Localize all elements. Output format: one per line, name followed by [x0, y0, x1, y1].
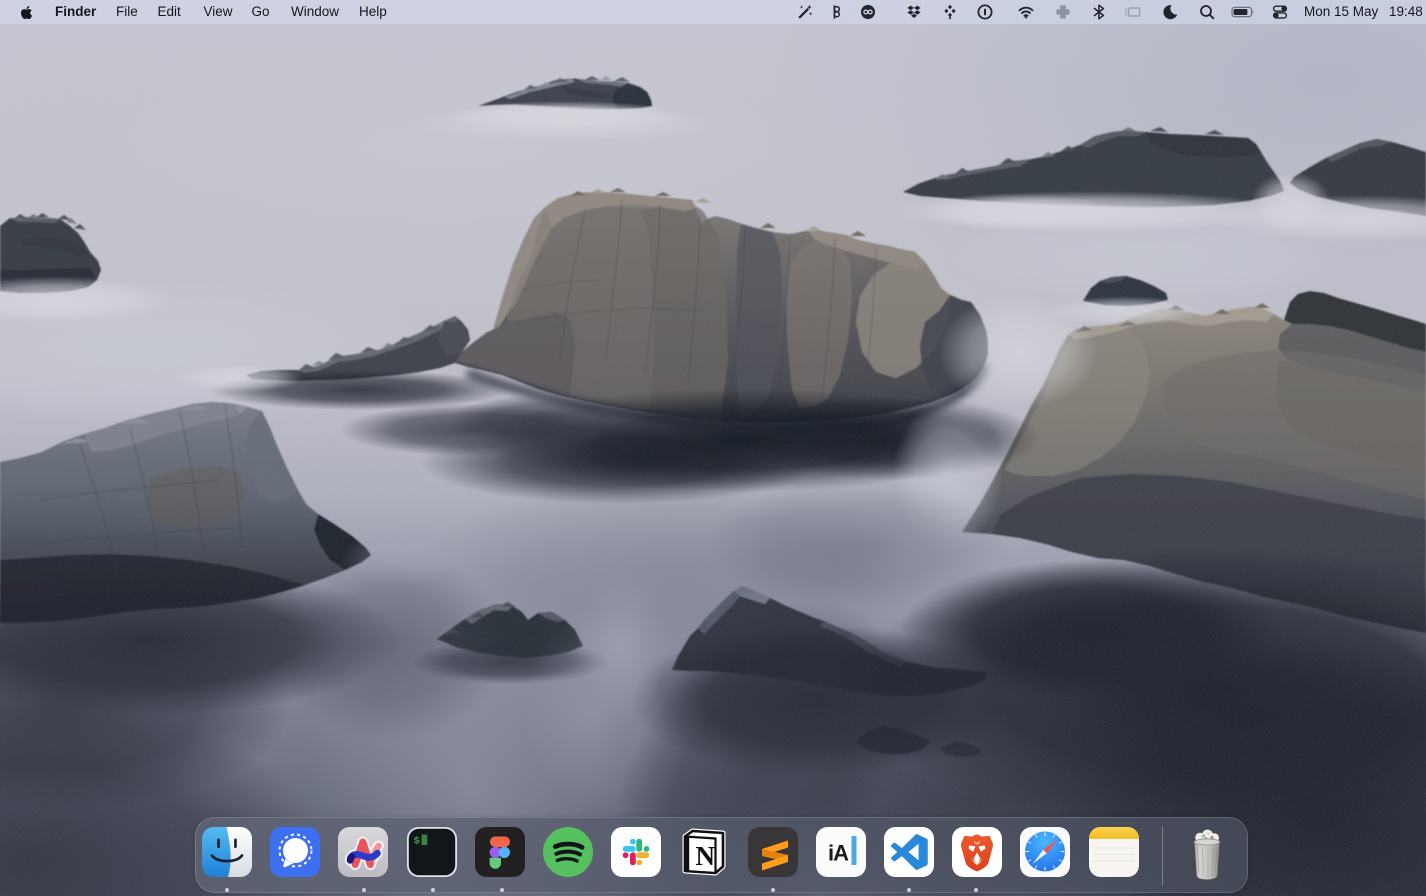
svg-text:N: N — [696, 841, 716, 871]
svg-text:iA: iA — [828, 841, 849, 866]
svg-text:$: $ — [413, 836, 419, 848]
